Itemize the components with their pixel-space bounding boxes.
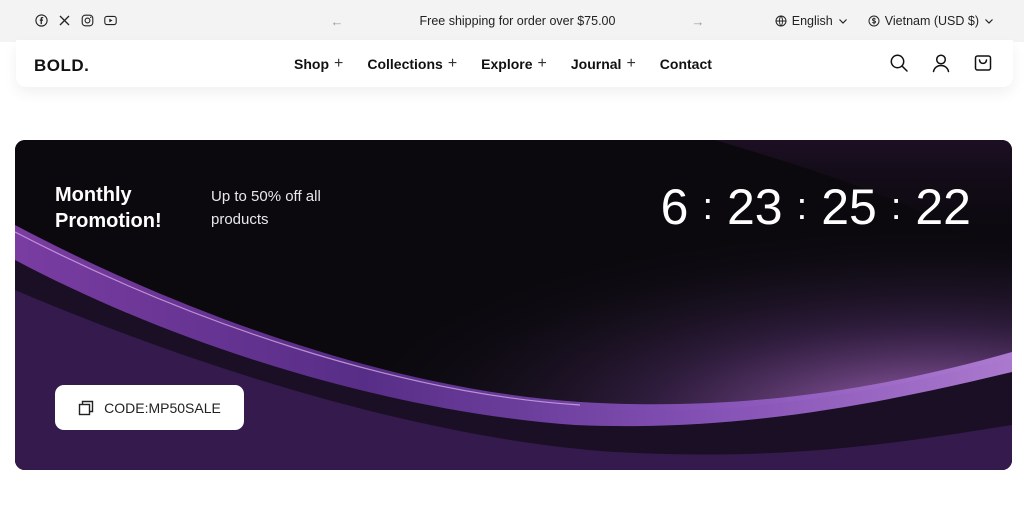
- countdown-hours: 23: [727, 179, 783, 235]
- nav-label: Shop: [294, 55, 329, 72]
- header-actions: [889, 53, 993, 73]
- countdown-days: 6: [660, 179, 689, 235]
- plus-icon: +: [626, 54, 636, 72]
- countdown-separator: :: [702, 186, 713, 228]
- nav-label: Journal: [570, 55, 622, 72]
- social-links: [35, 14, 117, 27]
- nav-item-shop[interactable]: Shop +: [294, 54, 344, 72]
- plus-icon: +: [334, 54, 344, 72]
- plus-icon: +: [537, 54, 547, 72]
- announcement-text: Free shipping for order over $75.00: [419, 14, 616, 28]
- youtube-icon[interactable]: [104, 14, 117, 27]
- countdown-separator: :: [890, 186, 902, 228]
- cart-icon[interactable]: [973, 53, 993, 73]
- countdown-minutes: 25: [821, 179, 877, 235]
- copy-icon: [78, 400, 94, 415]
- currency-icon: [868, 15, 880, 27]
- promo-code-label: CODE:MP50SALE: [104, 399, 221, 416]
- account-icon[interactable]: [931, 53, 951, 73]
- language-selector[interactable]: English: [775, 14, 848, 28]
- main-nav: Shop + Collections + Explore + Journal +…: [294, 40, 712, 87]
- chevron-down-icon: [838, 19, 847, 24]
- globe-icon: [775, 15, 787, 27]
- locale-selectors: English Vietnam (USD $): [775, 0, 994, 42]
- promo-banner: Monthly Promotion! Up to 50% off all pro…: [15, 140, 1012, 470]
- nav-item-collections[interactable]: Collections +: [367, 54, 458, 72]
- search-icon[interactable]: [889, 53, 909, 73]
- nav-item-explore[interactable]: Explore +: [481, 54, 547, 72]
- promo-title: Monthly Promotion!: [55, 184, 162, 232]
- plus-icon: +: [447, 54, 458, 72]
- chevron-down-icon: [985, 19, 993, 24]
- facebook-icon[interactable]: [35, 14, 48, 27]
- countdown-seconds: 22: [915, 179, 971, 235]
- language-label: English: [791, 14, 833, 28]
- announcement-bar: ← Free shipping for order over $75.00 → …: [0, 0, 1024, 42]
- currency-label: Vietnam (USD $): [884, 14, 979, 28]
- currency-selector[interactable]: Vietnam (USD $): [868, 14, 994, 28]
- announcement-prev-button[interactable]: ←: [330, 14, 344, 29]
- announcement-carousel: ← Free shipping for order over $75.00 →: [330, 0, 705, 42]
- promo-subtitle: Up to 50% off all products: [211, 188, 321, 228]
- copy-code-button[interactable]: CODE:MP50SALE: [55, 385, 244, 430]
- x-icon[interactable]: [58, 14, 71, 27]
- announcement-next-button[interactable]: →: [691, 14, 705, 29]
- nav-label: Collections: [367, 55, 443, 72]
- site-header: BOLD. Shop + Collections + Explore + Jou…: [16, 40, 1013, 87]
- nav-label: Explore: [481, 55, 533, 72]
- nav-item-journal[interactable]: Journal +: [570, 54, 636, 72]
- instagram-icon[interactable]: [81, 14, 94, 27]
- countdown-separator: :: [796, 186, 808, 228]
- nav-item-contact[interactable]: Contact: [660, 56, 712, 72]
- page: ← Free shipping for order over $75.00 → …: [0, 0, 1024, 505]
- logo[interactable]: BOLD.: [34, 56, 89, 76]
- nav-label: Contact: [659, 55, 712, 72]
- countdown-timer: 6 : 23 : 25 : 22: [661, 178, 971, 236]
